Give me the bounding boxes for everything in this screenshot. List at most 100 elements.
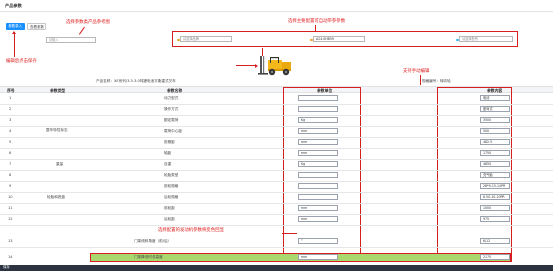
row-unit-input[interactable] xyxy=(298,106,338,113)
header-divider xyxy=(0,11,553,12)
row-value-input[interactable]: 电动 xyxy=(480,95,510,102)
row-no: 10 xyxy=(8,194,13,199)
table-row: 8 轮胎类型 充气胎 xyxy=(0,170,553,181)
arrow-edit-save xyxy=(14,32,15,57)
row-type: 轮胎和底盘 xyxy=(47,194,65,199)
row-value-input[interactable]: 6.50-10-10PR xyxy=(480,194,510,201)
row-no: 1 xyxy=(9,95,12,100)
arrow-ref-params xyxy=(78,26,85,35)
col-header-type: 参数类型 xyxy=(50,87,66,93)
arrow-forklift-vertical xyxy=(262,48,263,56)
row-name: 前轮距 xyxy=(164,205,175,210)
row-unit-input[interactable]: mm xyxy=(298,205,338,212)
row-name: 轴距 xyxy=(164,150,172,155)
table-row: 11 前轮距 mm 1000 xyxy=(0,203,553,214)
row-name: 前悬距 xyxy=(164,139,175,144)
row-value-input[interactable]: 975 xyxy=(480,216,510,223)
row-unit-input[interactable]: mm xyxy=(298,139,338,146)
row-value-input[interactable]: 6/12 xyxy=(480,238,510,245)
filter-brand[interactable]: 请选择品牌 xyxy=(177,36,232,42)
annotation-linked-params: 选择配置的发动机参数将变色回显 xyxy=(158,228,224,233)
tab-param-entry-label: 参数录入 xyxy=(8,23,23,28)
row-value-input[interactable]: 28*9-15-14PR xyxy=(480,183,510,190)
row-name: 额定载荷 xyxy=(164,117,179,122)
product-name: 产品名称：XE系列/3.5-3.0吨锂电池平衡重式叉车 xyxy=(96,79,176,83)
row-divider xyxy=(0,224,553,225)
filter-model-code[interactable]: A24.0HB59 xyxy=(310,36,365,42)
annotation-config-params: 选择主要配置可自动带参参数 xyxy=(288,19,346,24)
row-value-input[interactable]: 1000 xyxy=(480,205,510,212)
arrow-linked-params xyxy=(282,233,297,234)
row-name: 轮胎类型 xyxy=(164,172,179,177)
table-row: 3 整车特性标志 额定载荷 Kg 3500 xyxy=(0,115,553,132)
page-title: 产品参数 xyxy=(5,3,22,8)
col-header-no: 序号 xyxy=(7,87,15,93)
row-no: 8 xyxy=(9,172,12,177)
annotation-ref-params: 选择参数类产品参考图 xyxy=(66,20,110,25)
row-unit-input[interactable]: Kg xyxy=(298,161,338,168)
tab-view-params[interactable]: 查看参数 xyxy=(27,23,46,30)
table-row: 1 动力型式 电动 xyxy=(0,93,553,104)
row-unit-input[interactable]: mm xyxy=(298,254,338,261)
row-unit-input[interactable]: mm xyxy=(298,150,338,157)
table-row: 14 门架降低时总高度 mm 2170 xyxy=(0,252,553,263)
annotation-edit-save: 编辑后点击保存 xyxy=(6,59,37,64)
forklift-icon xyxy=(258,56,291,76)
row-no: 2 xyxy=(9,106,12,111)
row-value-input[interactable]: 500 xyxy=(480,128,510,135)
row-unit-input[interactable] xyxy=(298,194,338,201)
row-unit-input[interactable] xyxy=(298,95,338,102)
table-row: 2 操作方式 座驾式 xyxy=(0,104,553,115)
row-no: 11 xyxy=(8,205,13,210)
filter-type-dot xyxy=(456,38,459,41)
filter-model-code-value: A24.0HB59 xyxy=(316,37,334,42)
row-no: 4 xyxy=(9,128,12,133)
filter-type[interactable]: 请选择型号 xyxy=(456,36,513,42)
row-value-input[interactable]: 3500 xyxy=(480,117,510,124)
filter-brand-value: 请选择品牌 xyxy=(183,37,199,42)
footer-bar: 保存 xyxy=(0,265,553,271)
row-no: 6 xyxy=(9,150,12,155)
table-row: 5 前悬距 mm 482.5 xyxy=(0,137,553,148)
row-name: 自重 xyxy=(164,161,172,166)
row-unit-input[interactable] xyxy=(298,183,338,190)
annotation-manual-input: 支持手动编辑 xyxy=(403,69,430,74)
row-unit-input[interactable]: mm xyxy=(298,128,338,135)
tab-param-entry[interactable]: 参数录入 xyxy=(6,23,25,30)
row-no: 14 xyxy=(8,254,13,259)
tab-view-params-label: 查看参数 xyxy=(30,24,44,29)
row-name: 后轮规格 xyxy=(164,194,179,199)
row-no: 3 xyxy=(9,117,12,122)
save-button[interactable]: 保存 xyxy=(3,265,10,269)
row-unit-input[interactable] xyxy=(298,172,338,179)
row-value-input[interactable]: 充气胎 xyxy=(480,172,510,179)
row-value-input[interactable]: 2170 xyxy=(480,254,510,261)
arrow-forklift-head xyxy=(255,63,258,68)
row-value-input[interactable]: 4850 xyxy=(480,161,510,168)
filter-model-code-dot xyxy=(310,38,313,41)
table-row: 13 门架倾斜角度（前/后） ° 6/12 xyxy=(0,236,553,247)
row-value-input[interactable]: 座驾式 xyxy=(480,106,510,113)
row-unit-input[interactable]: ° xyxy=(298,238,338,245)
row-name: 后轮距 xyxy=(164,216,175,221)
row-name: 动力型式 xyxy=(164,95,179,100)
row-type: 重量 xyxy=(56,161,64,166)
row-divider xyxy=(0,246,553,247)
row-name: 前轮规格 xyxy=(164,183,179,188)
table-row: 12 后轮距 mm 975 xyxy=(0,214,553,225)
arrow-forklift xyxy=(236,65,256,66)
row-unit-input[interactable]: mm xyxy=(298,216,338,223)
table-row: 6 轴距 mm 1750 xyxy=(0,148,553,159)
row-no: 13 xyxy=(8,238,13,243)
filter-type-value: 请选择型号 xyxy=(462,37,478,42)
product-code: 规格编号：转向轮 xyxy=(422,79,451,83)
table-row: 7 重量 自重 Kg 4850 xyxy=(0,159,553,170)
row-unit-input[interactable]: Kg xyxy=(298,117,338,124)
arrow-manual-input xyxy=(420,75,421,85)
row-value-input[interactable]: 482.5 xyxy=(480,139,510,146)
search-input[interactable]: 请输入 xyxy=(46,37,96,43)
row-no: 9 xyxy=(9,183,12,188)
row-value-input[interactable]: 1750 xyxy=(480,150,510,157)
table-row: 4 载荷中心距 mm 500 xyxy=(0,126,553,137)
filter-brand-dot xyxy=(177,38,180,41)
